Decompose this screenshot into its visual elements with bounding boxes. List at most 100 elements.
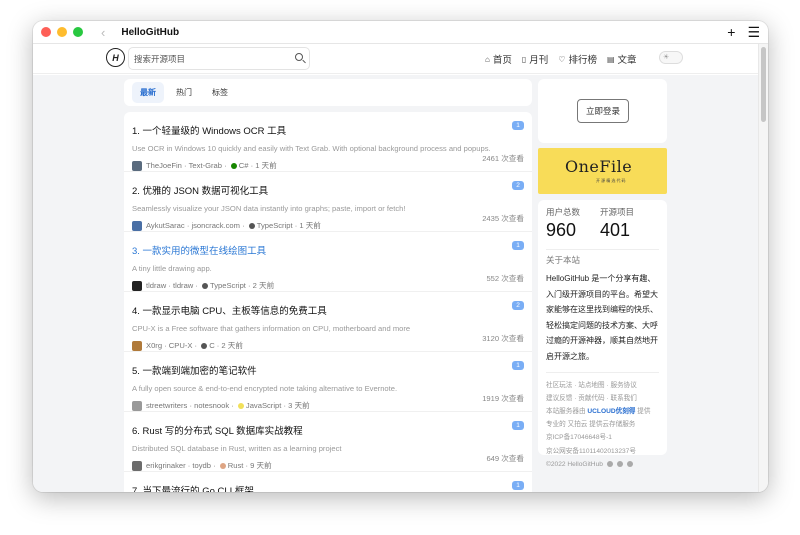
item-views: 3120 次查看 <box>482 334 524 343</box>
item-repo[interactable]: Text-Grab <box>189 161 222 170</box>
item-title[interactable]: 4. 一款显示电脑 CPU、主板等信息的免费工具 <box>132 303 532 317</box>
item-description: A tiny little drawing app. <box>132 264 212 273</box>
minimize-window-button[interactable] <box>57 27 67 37</box>
item-title[interactable]: 3. 一款实用的微型在线绘图工具 <box>132 243 532 257</box>
footer-links-2[interactable]: 建议反馈 · 贡献代码 · 联系我们 <box>546 392 659 405</box>
item-description: Distributed SQL database in Rust, writte… <box>132 444 342 453</box>
stat-label: 开源项目 <box>600 207 635 217</box>
footer-links-1[interactable]: 社区玩法 · 站点地图 · 服务协议 <box>546 379 659 392</box>
list-item[interactable]: 4. 一款显示电脑 CPU、主板等信息的免费工具 CPU-X is a Free … <box>124 292 532 352</box>
item-author[interactable]: TheJoeFin <box>146 161 182 170</box>
stat-block: 开源项目 401 <box>600 206 634 241</box>
about-heading: 关于本站 <box>546 249 659 266</box>
language-dot-icon <box>248 222 255 229</box>
maximize-window-button[interactable] <box>73 27 83 37</box>
item-time: 1 天前 <box>299 221 321 230</box>
main-column: 最新 热门 标签 1. 一个轻量级的 Windows OCR 工具 Use OCR i… <box>124 79 532 492</box>
about-text: HelloGitHub 是一个分享有趣、入门级开源项目的平台。希望大家能够在这里… <box>546 274 658 361</box>
footer-icp[interactable]: 京ICP备17046648号-1 <box>546 431 659 444</box>
item-title[interactable]: 1. 一个轻量级的 Windows OCR 工具 <box>132 123 532 137</box>
avatar[interactable] <box>132 280 142 291</box>
nav-links: ⌂ 首页 ▯ 月刊 ♡ 排行榜 ▤ 文章 <box>485 52 637 67</box>
login-card: 立即登录 <box>538 79 667 143</box>
avatar[interactable] <box>132 160 142 171</box>
project-list: 1. 一个轻量级的 Windows OCR 工具 Use OCR in Windo… <box>124 112 532 492</box>
item-title[interactable]: 2. 优雅的 JSON 数据可视化工具 <box>132 183 532 197</box>
item-time: 9 天前 <box>250 461 272 470</box>
weibo-icon[interactable] <box>616 461 623 468</box>
item-title[interactable]: 5. 一款端到端加密的笔记软件 <box>132 363 532 377</box>
item-views: 649 次查看 <box>486 454 524 463</box>
hellogithub-logo-icon[interactable]: H <box>106 48 125 67</box>
footer-police[interactable]: 京公网安备11011402013237号 <box>546 445 659 458</box>
avatar[interactable] <box>132 400 142 411</box>
close-window-button[interactable] <box>41 27 51 37</box>
home-icon: ⌂ <box>485 54 490 64</box>
item-views: 1919 次查看 <box>482 394 524 403</box>
item-language: C <box>209 341 215 350</box>
menu-hamburger-icon[interactable]: ☰ <box>747 24 760 41</box>
nav-link-1[interactable]: ▯ 月刊 <box>522 52 548 67</box>
trophy-icon: ♡ <box>558 54 566 64</box>
item-repo[interactable]: CPU-X <box>169 341 193 350</box>
page-scrollbar[interactable] <box>758 44 768 492</box>
footer-sponsor: 本站服务器由 UCLOUD优刻得 提供 <box>546 405 659 418</box>
tab-2[interactable]: 标签 <box>204 82 236 103</box>
list-item[interactable]: 5. 一款端到端加密的笔记软件 A fully open source & end… <box>124 352 532 412</box>
item-meta: TheJoeFin · Text-Grab · C# · 1 天前 <box>132 160 532 171</box>
language-dot-icon <box>237 402 244 409</box>
language-dot-icon <box>230 162 237 169</box>
list-item[interactable]: 7. 当下最流行的 Go CLI 框架 1 <box>124 472 532 492</box>
stats-row: 用户总数 960 开源项目 401 <box>546 206 659 241</box>
list-item[interactable]: 6. Rust 写的分布式 SQL 数据库实战教程 Distributed SQL… <box>124 412 532 472</box>
avatar[interactable] <box>132 340 142 351</box>
tab-0[interactable]: 最新 <box>132 82 164 103</box>
ucloud-logo[interactable]: UCLOUD优刻得 <box>587 408 635 415</box>
tab-1[interactable]: 热门 <box>168 82 200 103</box>
item-title[interactable]: 6. Rust 写的分布式 SQL 数据库实战教程 <box>132 423 532 437</box>
back-arrow-icon[interactable]: ‹ <box>101 25 105 40</box>
item-time: 2 天前 <box>221 341 243 350</box>
volume-badge: 2 <box>512 301 524 310</box>
search-input[interactable]: 搜索开源项目 <box>128 47 310 70</box>
item-title[interactable]: 7. 当下最流行的 Go CLI 框架 <box>132 483 532 492</box>
list-item[interactable]: 1. 一个轻量级的 Windows OCR 工具 Use OCR in Windo… <box>124 112 532 172</box>
sidebar: 立即登录 OneFile 开 源 精 选 代 码 用户总数 960 开源项目 401 … <box>538 79 667 468</box>
search-icon[interactable] <box>295 53 303 61</box>
stat-label: 用户总数 <box>546 207 581 217</box>
item-author[interactable]: AykutSarac <box>146 221 185 230</box>
onefile-banner[interactable]: OneFile 开 源 精 选 代 码 <box>538 148 667 194</box>
volume-badge: 1 <box>512 241 524 250</box>
item-author[interactable]: streetwriters <box>146 401 187 410</box>
wechat-icon[interactable] <box>606 461 613 468</box>
item-description: CPU-X is a Free software that gathers in… <box>132 324 411 333</box>
login-button[interactable]: 立即登录 <box>577 99 629 123</box>
item-repo[interactable]: toydb <box>192 461 211 470</box>
rss-icon[interactable] <box>626 461 633 468</box>
theme-toggle[interactable]: ☀ <box>659 51 683 64</box>
new-tab-plus-icon[interactable]: + <box>727 24 735 41</box>
item-repo[interactable]: tldraw <box>173 281 193 290</box>
item-meta: tldraw · tldraw · TypeScript · 2 天前 <box>132 280 532 291</box>
avatar[interactable] <box>132 220 142 231</box>
scrollbar-thumb[interactable] <box>761 47 766 122</box>
item-repo[interactable]: notesnook <box>194 401 229 410</box>
nav-link-0[interactable]: ⌂ 首页 <box>485 52 512 67</box>
nav-link-3[interactable]: ▤ 文章 <box>607 52 637 67</box>
volume-badge: 1 <box>512 421 524 430</box>
volume-badge: 1 <box>512 481 524 490</box>
list-item[interactable]: 3. 一款实用的微型在线绘图工具 A tiny little drawing ap… <box>124 232 532 292</box>
item-author[interactable]: erikgrinaker <box>146 461 186 470</box>
list-item[interactable]: 2. 优雅的 JSON 数据可视化工具 Seamlessly visualize … <box>124 172 532 232</box>
stat-value: 960 <box>546 220 577 240</box>
item-author[interactable]: X0rg <box>146 341 162 350</box>
copyright-text: ©2022 HelloGitHub <box>546 460 603 468</box>
nav-link-label: 文章 <box>617 55 637 66</box>
item-author[interactable]: tldraw <box>146 281 166 290</box>
site-navbar: H 搜索开源项目 ⌂ 首页 ▯ 月刊 ♡ 排行榜 ▤ 文章 ☀ <box>33 44 768 74</box>
stats-card: 用户总数 960 开源项目 401 关于本站 HelloGitHub 是一个分享有趣、… <box>538 200 667 468</box>
avatar[interactable] <box>132 460 142 471</box>
nav-link-2[interactable]: ♡ 排行榜 <box>558 52 597 67</box>
item-repo[interactable]: jsoncrack.com <box>191 221 240 230</box>
item-language: C# <box>238 161 249 170</box>
